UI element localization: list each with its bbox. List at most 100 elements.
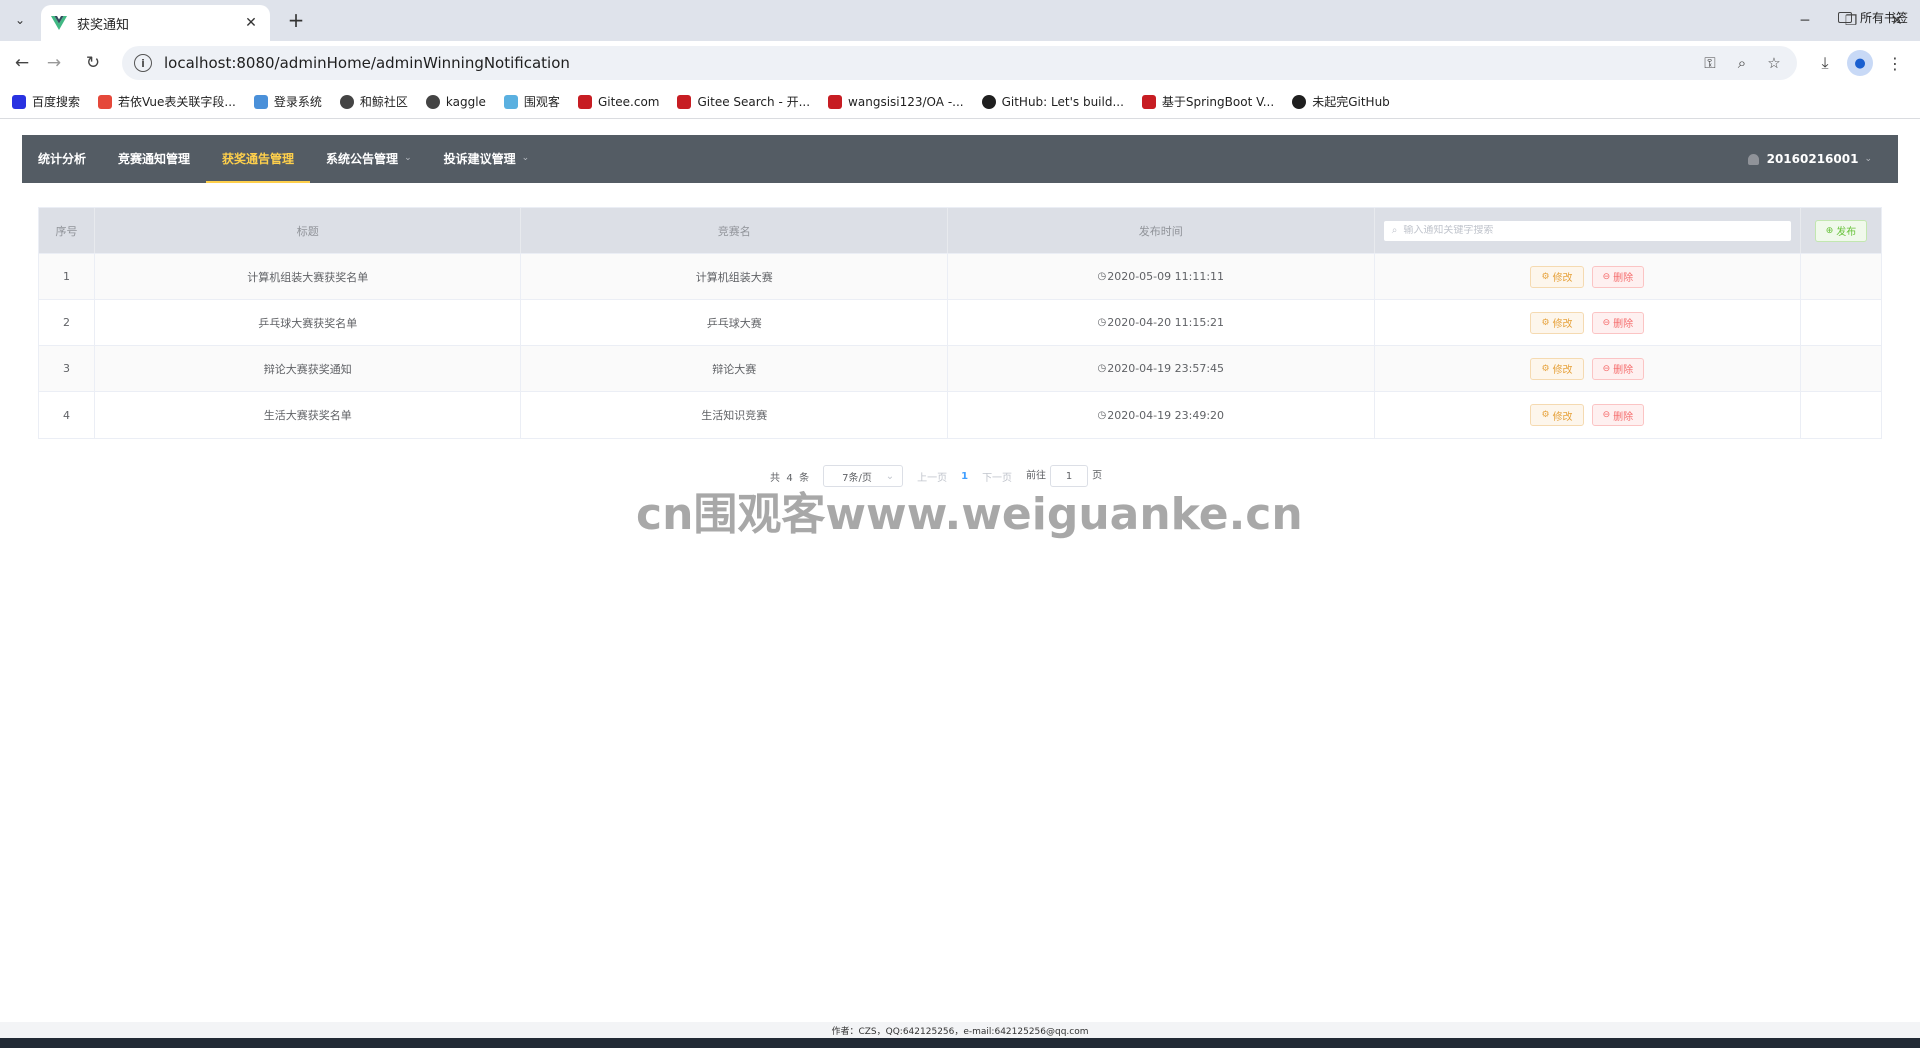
profile-avatar[interactable]: ● [1847, 50, 1873, 76]
bookmark-item[interactable]: GitHub: Let's build... [981, 94, 1124, 109]
table-row: 2 乒乓球大赛获奖名单 乒乓球大赛 ◷ 2020-04-20 11:15:21 ⚙ 修改 ⊖ 删… [39, 300, 1881, 346]
bookmark-label: wangsisi123/OA -... [848, 94, 964, 109]
cell-time: ◷ 2020-04-19 23:57:45 [948, 346, 1375, 391]
download-icon: ⤓ [1821, 53, 1829, 72]
all-bookmarks-label: 所有书签 [1859, 11, 1908, 25]
cell-competition: 计算机组装大赛 [521, 254, 948, 299]
bookmark-item[interactable]: wangsisi123/OA -... [828, 94, 964, 109]
cell-time-value: 2020-04-19 23:49:20 [1107, 408, 1225, 422]
header-competition: 竞赛名 [521, 208, 948, 253]
plus-circle-icon: ⊕ [1825, 225, 1834, 236]
edit-label: 修改 [1552, 411, 1573, 423]
zoom-icon[interactable]: ⌕ [1733, 54, 1751, 72]
bookmark-label: 基于SpringBoot V... [1161, 95, 1275, 109]
bookmark-item[interactable]: 登录系统 [253, 93, 322, 110]
award-notice-table: 序号 标题 竞赛名 发布时间 ⌕ ⊕发布 1计算机组装大赛获奖名单计算机组装大赛… [38, 207, 1882, 439]
gear-icon: ⚙ [1541, 271, 1550, 282]
all-bookmarks[interactable]: 所有书签 [1837, 9, 1908, 26]
baidu-icon [12, 94, 26, 109]
bookmarks-bar: 百度搜索 若依Vue表关联字段... 登录系统 和鲸社区 kaggle 围观客 Gitee.… [0, 85, 1920, 119]
reload-button[interactable]: ↻ [79, 49, 107, 77]
cell-empty [1801, 254, 1881, 299]
table-row: 4 生活大赛获奖名单 生活知识竞赛 ◷ 2020-04-19 23:49:20 ⚙ 修改 ⊖ 删… [39, 392, 1881, 438]
bookmark-label: 围观客 [523, 95, 560, 109]
menu-item-competition-notice[interactable]: 竞赛通知管理 [102, 135, 206, 183]
address-bar[interactable]: i localhost:8080/adminHome/adminWinningN… [122, 46, 1797, 80]
tab-title: 获奖通知 [77, 17, 130, 33]
cell-title: 乒乓球大赛获奖名单 [95, 300, 522, 345]
jian-icon [98, 94, 113, 109]
edit-button[interactable]: ⚙ 修改 [1530, 311, 1584, 334]
delete-button[interactable]: ⊖ 删除 [1591, 311, 1645, 334]
minimize-button[interactable]: ─ [1782, 0, 1828, 41]
key-icon[interactable]: ⚿ [1701, 54, 1719, 72]
person-icon: ● [1854, 55, 1866, 71]
delete-label: 删除 [1613, 411, 1634, 423]
menu-item-stats[interactable]: 统计分析 [22, 135, 102, 183]
bookmark-label: 若依Vue表关联字段... [118, 95, 236, 109]
tab-search-button[interactable]: ⌄ [6, 7, 34, 33]
delete-button[interactable]: ⊖ 删除 [1591, 357, 1645, 380]
delete-button[interactable]: ⊖ 删除 [1591, 265, 1645, 288]
cell-time: ◷ 2020-04-20 11:15:21 [948, 300, 1375, 345]
browser-tab-active[interactable]: 获奖通知 ✕ [41, 5, 270, 41]
menu-item-award-notice[interactable]: 获奖通告管理 [206, 135, 311, 183]
leaf-icon [253, 94, 268, 109]
arrow-right-icon: → [46, 53, 62, 73]
bookmark-item[interactable]: 和鲸社区 [339, 93, 408, 110]
edit-label: 修改 [1552, 319, 1573, 330]
watermark-text: cn围观客www.weiguanke.cn [636, 489, 1303, 540]
bookmark-item[interactable]: 基于SpringBoot V... [1141, 93, 1275, 110]
bookmark-item[interactable]: Gitee Search - 开... [677, 93, 810, 110]
site-info-icon[interactable]: i [134, 54, 152, 72]
cell-empty [1801, 346, 1881, 391]
minus-circle-icon: ⊖ [1602, 363, 1611, 374]
tab-close-icon[interactable]: ✕ [242, 15, 260, 31]
new-tab-button[interactable]: + [282, 7, 310, 33]
menu-item-label: 统计分析 [38, 151, 87, 166]
forward-button[interactable]: → [40, 49, 68, 77]
menu-item-label: 系统公告管理 [326, 151, 399, 166]
publish-button[interactable]: ⊕ 发布 [1814, 219, 1868, 242]
minimize-icon: ─ [1800, 12, 1810, 29]
gear-icon: ⚙ [1541, 317, 1550, 328]
menu-item-system-announcement[interactable]: 系统公告管理 ⌄ [310, 135, 428, 183]
table-header-row: 序号 标题 竞赛名 发布时间 ⌕ ⊕发布 [39, 208, 1881, 254]
edit-button[interactable]: ⚙ 修改 [1530, 357, 1584, 380]
cell-time: ◷ 2020-04-19 23:49:20 [948, 392, 1375, 438]
browser-menu-button[interactable]: ⋮ [1882, 50, 1908, 76]
cell-time-value: 2020-04-19 23:57:45 [1107, 362, 1225, 375]
bookmark-item[interactable]: kaggle [425, 94, 486, 109]
search-input[interactable] [1403, 225, 1791, 236]
bookmark-item[interactable]: Gitee.com [577, 94, 659, 109]
globe-icon [425, 94, 440, 109]
bars-icon [503, 94, 518, 109]
delete-button[interactable]: ⊖ 删除 [1591, 404, 1645, 426]
download-button[interactable]: ⤓ [1812, 50, 1838, 76]
back-button[interactable]: ← [8, 49, 36, 77]
chevron-down-icon: ⌄ [1864, 154, 1872, 164]
menu-item-complaints[interactable]: 投诉建议管理 ⌄ [428, 135, 546, 183]
cell-time-value: 2020-04-20 11:15:21 [1107, 316, 1225, 329]
edit-button[interactable]: ⚙ 修改 [1530, 404, 1584, 426]
bookmark-item[interactable]: 未起完GitHub [1292, 93, 1390, 110]
address-url[interactable]: localhost:8080/adminHome/adminWinningNot… [164, 54, 1701, 72]
bookmark-item[interactable]: 若依Vue表关联字段... [98, 93, 236, 110]
user-dropdown[interactable]: 20160216001 ⌄ [1747, 135, 1898, 183]
bookmark-label: 百度搜索 [32, 95, 81, 109]
header-time: 发布时间 [948, 208, 1375, 253]
cell-index: 2 [39, 300, 95, 345]
cell-actions: ⚙ 修改 ⊖ 删除 [1375, 392, 1802, 438]
clock-icon: ◷ [1097, 409, 1107, 421]
edit-label: 修改 [1552, 365, 1573, 376]
bookmark-item[interactable]: 围观客 [503, 93, 560, 110]
bookmark-item[interactable]: 百度搜索 [12, 93, 80, 110]
cell-time: ◷ 2020-05-09 11:11:11 [948, 254, 1375, 299]
search-field[interactable]: ⌕ [1382, 219, 1792, 242]
top-nav-menu: 统计分析 竞赛通知管理 获奖通告管理 系统公告管理 ⌄ 投诉建议管理 ⌄ 20160… [22, 135, 1898, 183]
star-icon[interactable]: ☆ [1765, 54, 1783, 72]
edit-button[interactable]: ⚙ 修改 [1530, 265, 1584, 288]
cell-competition: 生活知识竞赛 [521, 392, 948, 438]
header-index: 序号 [39, 208, 95, 253]
minus-circle-icon: ⊖ [1602, 317, 1611, 328]
